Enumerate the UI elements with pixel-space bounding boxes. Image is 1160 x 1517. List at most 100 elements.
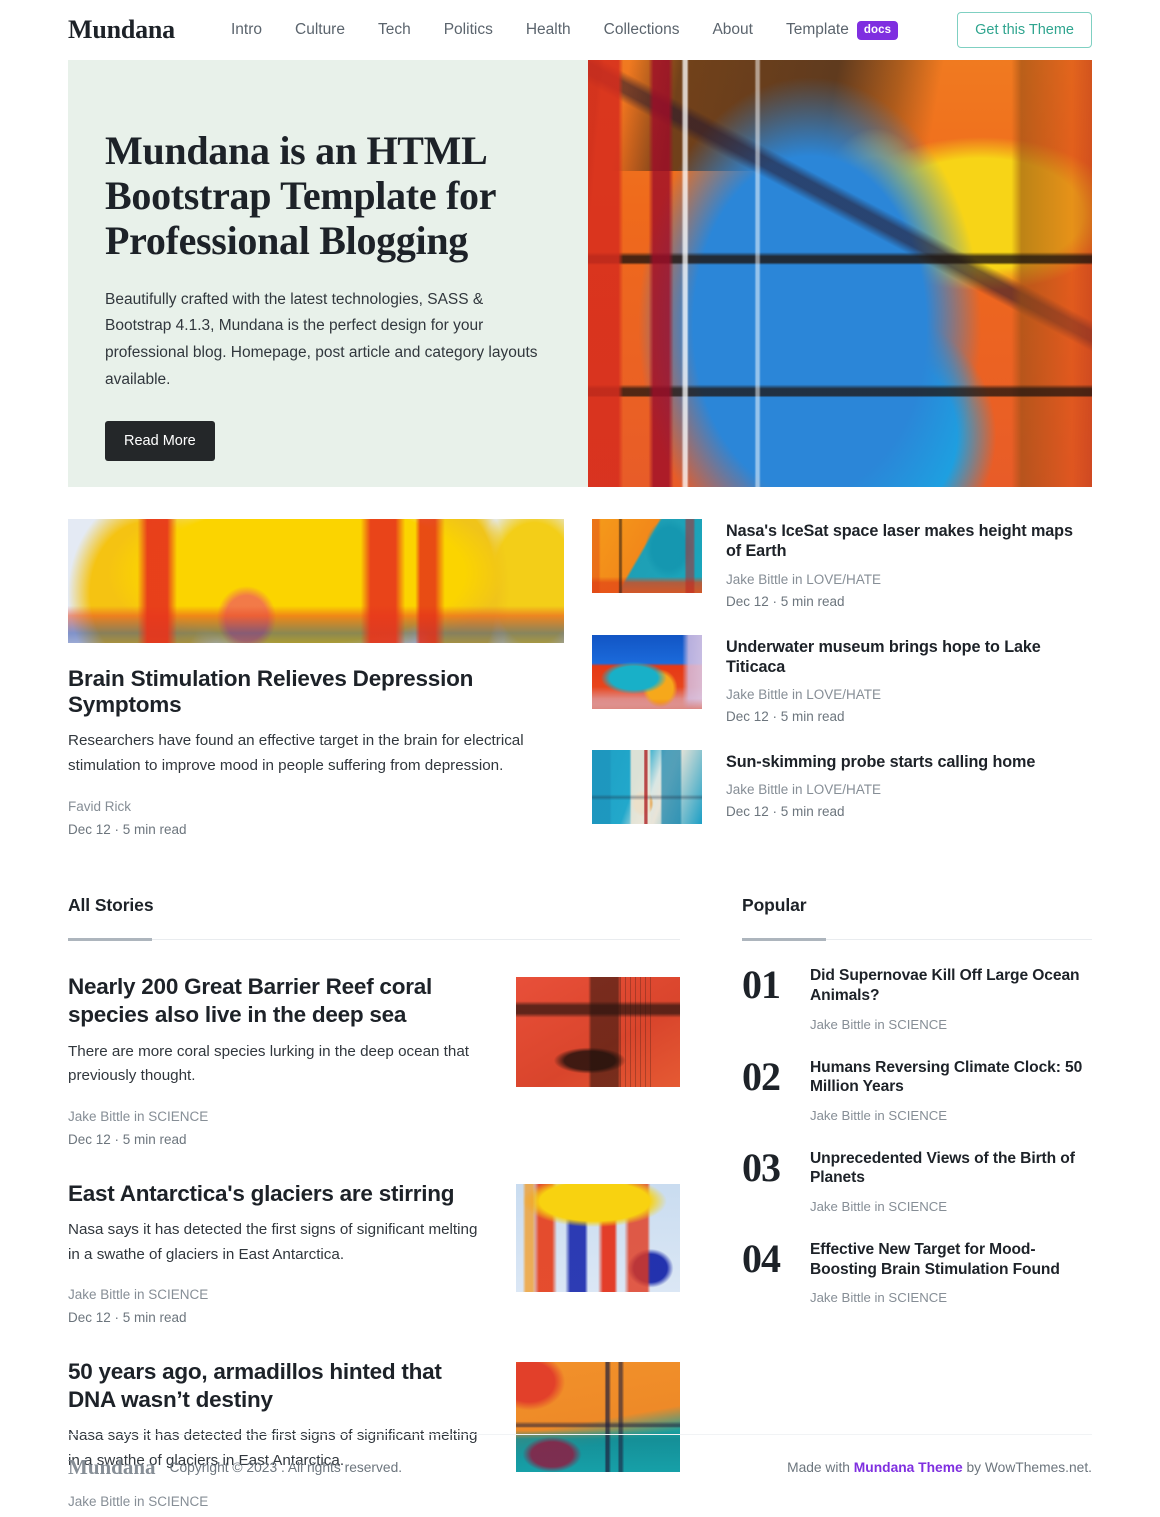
popular-rank: 04	[742, 1236, 781, 1282]
nav-item-politics[interactable]: Politics	[444, 21, 493, 39]
popular-list: 01 Did Supernovae Kill Off Large Ocean A…	[742, 962, 1092, 1306]
side-article-title[interactable]: Underwater museum brings hope to Lake Ti…	[726, 637, 1092, 678]
side-article-author: Jake Bittle in LOVE/HATE	[726, 782, 882, 798]
nav-item-tech[interactable]: Tech	[378, 21, 411, 39]
main-navigation: Intro Culture Tech Politics Health Colle…	[231, 20, 899, 40]
story-date: Dec 12 · 5 min read	[68, 1310, 187, 1326]
brand-logo[interactable]: Mundana	[68, 15, 175, 45]
side-article-list: Nasa's IceSat space laser makes height m…	[592, 519, 1092, 837]
list-item[interactable]: Sun-skimming probe starts calling home J…	[592, 750, 1092, 824]
popular-body: Did Supernovae Kill Off Large Ocean Anim…	[810, 966, 1092, 1031]
nav-item-culture[interactable]: Culture	[295, 21, 345, 39]
all-stories-column: All Stories Nearly 200 Great Barrier Ree…	[68, 895, 680, 1517]
featured-article-date: Dec 12 · 5 min read	[68, 822, 187, 838]
side-article-image[interactable]	[592, 750, 702, 824]
nav-item-collections[interactable]: Collections	[604, 21, 680, 39]
nav-item-about[interactable]: About	[712, 21, 753, 39]
side-article-author: Jake Bittle in LOVE/HATE	[726, 571, 882, 587]
story-title[interactable]: Nearly 200 Great Barrier Reef coral spec…	[68, 973, 482, 1029]
side-article-body: Nasa's IceSat space laser makes height m…	[726, 519, 1092, 609]
popular-title[interactable]: Did Supernovae Kill Off Large Ocean Anim…	[810, 966, 1092, 1005]
footer-credit-link[interactable]: Mundana Theme	[854, 1460, 963, 1475]
side-article-date: Dec 12 · 5 min read	[726, 709, 845, 724]
popular-author: Jake Bittle in SCIENCE	[810, 1016, 948, 1032]
featured-article[interactable]: Brain Stimulation Relieves Depression Sy…	[68, 519, 564, 837]
list-item[interactable]: 02 Humans Reversing Climate Clock: 50 Mi…	[742, 1053, 1092, 1123]
story-description: There are more coral species lurking in …	[68, 1042, 470, 1085]
hero-image[interactable]	[588, 60, 1092, 487]
nav-item-template[interactable]: Template docs	[786, 20, 899, 40]
story-author: Jake Bittle in SCIENCE	[68, 1493, 209, 1509]
footer-divider	[68, 1434, 1092, 1435]
list-item[interactable]: 01 Did Supernovae Kill Off Large Ocean A…	[742, 962, 1092, 1032]
popular-rank: 02	[742, 1053, 781, 1099]
secondary-band: Brain Stimulation Relieves Depression Sy…	[68, 519, 1092, 837]
hero-section: Mundana is an HTML Bootstrap Template fo…	[68, 60, 1092, 487]
popular-author: Jake Bittle in SCIENCE	[810, 1107, 948, 1123]
side-article-image[interactable]	[592, 634, 702, 709]
content-columns: All Stories Nearly 200 Great Barrier Ree…	[68, 895, 1092, 1517]
list-item[interactable]: 04 Effective New Target for Mood-Boostin…	[742, 1236, 1092, 1306]
site-header: Mundana Intro Culture Tech Politics Heal…	[0, 0, 1160, 60]
featured-article-description: Researchers have found an effective targ…	[68, 732, 524, 774]
side-article-body: Underwater museum brings hope to Lake Ti…	[726, 635, 1092, 725]
popular-heading: Popular	[742, 895, 807, 916]
featured-article-title[interactable]: Brain Stimulation Relieves Depression Sy…	[68, 666, 564, 718]
popular-author: Jake Bittle in SCIENCE	[810, 1290, 948, 1306]
featured-article-author: Favid Rick	[68, 799, 132, 815]
story-body: East Antarctica's glaciers are stirring …	[68, 1180, 482, 1325]
footer-credit-prefix: Made with	[787, 1460, 854, 1475]
story-image[interactable]	[516, 977, 680, 1088]
popular-rank: 03	[742, 1144, 781, 1190]
story-row[interactable]: Nearly 200 Great Barrier Reef coral spec…	[68, 973, 680, 1147]
story-body: 50 years ago, armadillos hinted that DNA…	[68, 1358, 482, 1517]
side-article-author: Jake Bittle in LOVE/HATE	[726, 687, 882, 702]
hero-description: Beautifully crafted with the latest tech…	[105, 290, 538, 388]
nav-item-intro[interactable]: Intro	[231, 21, 262, 39]
popular-body: Effective New Target for Mood-Boosting B…	[810, 1240, 1092, 1305]
site-footer: Mundana Copyright © 2023 . All rights re…	[68, 1455, 1092, 1480]
popular-sidebar: Popular 01 Did Supernovae Kill Off Large…	[742, 895, 1092, 1517]
popular-rank: 01	[742, 962, 781, 1008]
all-stories-heading: All Stories	[68, 895, 154, 916]
story-title[interactable]: 50 years ago, armadillos hinted that DNA…	[68, 1358, 482, 1414]
popular-body: Humans Reversing Climate Clock: 50 Milli…	[810, 1058, 1092, 1123]
side-article-date: Dec 12 · 5 min read	[726, 593, 845, 609]
footer-credit-suffix: by WowThemes.net.	[962, 1460, 1092, 1475]
popular-title[interactable]: Humans Reversing Climate Clock: 50 Milli…	[810, 1058, 1092, 1097]
list-item[interactable]: 03 Unprecedented Views of the Birth of P…	[742, 1144, 1092, 1214]
page-root: Mundana Intro Culture Tech Politics Heal…	[0, 0, 1160, 1517]
side-article-title[interactable]: Nasa's IceSat space laser makes height m…	[726, 521, 1092, 562]
footer-brand[interactable]: Mundana	[68, 1455, 156, 1480]
side-article-image[interactable]	[592, 519, 702, 593]
list-item[interactable]: Nasa's IceSat space laser makes height m…	[592, 519, 1092, 609]
story-author: Jake Bittle in SCIENCE	[68, 1108, 209, 1124]
get-this-theme-button[interactable]: Get this Theme	[957, 12, 1092, 48]
story-date: Dec 12 · 5 min read	[68, 1131, 187, 1147]
hero-text-panel: Mundana is an HTML Bootstrap Template fo…	[68, 60, 588, 487]
read-more-button[interactable]: Read More	[105, 421, 215, 462]
list-item[interactable]: Underwater museum brings hope to Lake Ti…	[592, 634, 1092, 725]
hero-title: Mundana is an HTML Bootstrap Template fo…	[105, 128, 496, 264]
side-article-title[interactable]: Sun-skimming probe starts calling home	[726, 752, 1035, 772]
story-title[interactable]: East Antarctica's glaciers are stirring	[68, 1180, 482, 1208]
footer-credit: Made with Mundana Theme by WowThemes.net…	[787, 1460, 1092, 1475]
popular-body: Unprecedented Views of the Birth of Plan…	[810, 1149, 1092, 1214]
popular-author: Jake Bittle in SCIENCE	[810, 1199, 948, 1215]
featured-article-image[interactable]	[68, 519, 564, 643]
popular-divider	[742, 938, 1092, 942]
popular-title[interactable]: Effective New Target for Mood-Boosting B…	[810, 1240, 1092, 1279]
story-image[interactable]	[516, 1183, 680, 1292]
all-stories-divider	[68, 938, 680, 942]
story-author: Jake Bittle in SCIENCE	[68, 1287, 209, 1303]
side-article-date: Dec 12 · 5 min read	[726, 804, 845, 820]
story-row[interactable]: 50 years ago, armadillos hinted that DNA…	[68, 1358, 680, 1517]
story-row[interactable]: East Antarctica's glaciers are stirring …	[68, 1180, 680, 1325]
story-body: Nearly 200 Great Barrier Reef coral spec…	[68, 973, 482, 1147]
footer-copyright: Copyright © 2023 . All rights reserved.	[169, 1460, 403, 1475]
nav-item-health[interactable]: Health	[526, 21, 571, 39]
docs-badge[interactable]: docs	[856, 20, 899, 40]
popular-title[interactable]: Unprecedented Views of the Birth of Plan…	[810, 1149, 1092, 1188]
side-article-body: Sun-skimming probe starts calling home J…	[726, 750, 1035, 824]
story-description: Nasa says it has detected the first sign…	[68, 1220, 478, 1263]
